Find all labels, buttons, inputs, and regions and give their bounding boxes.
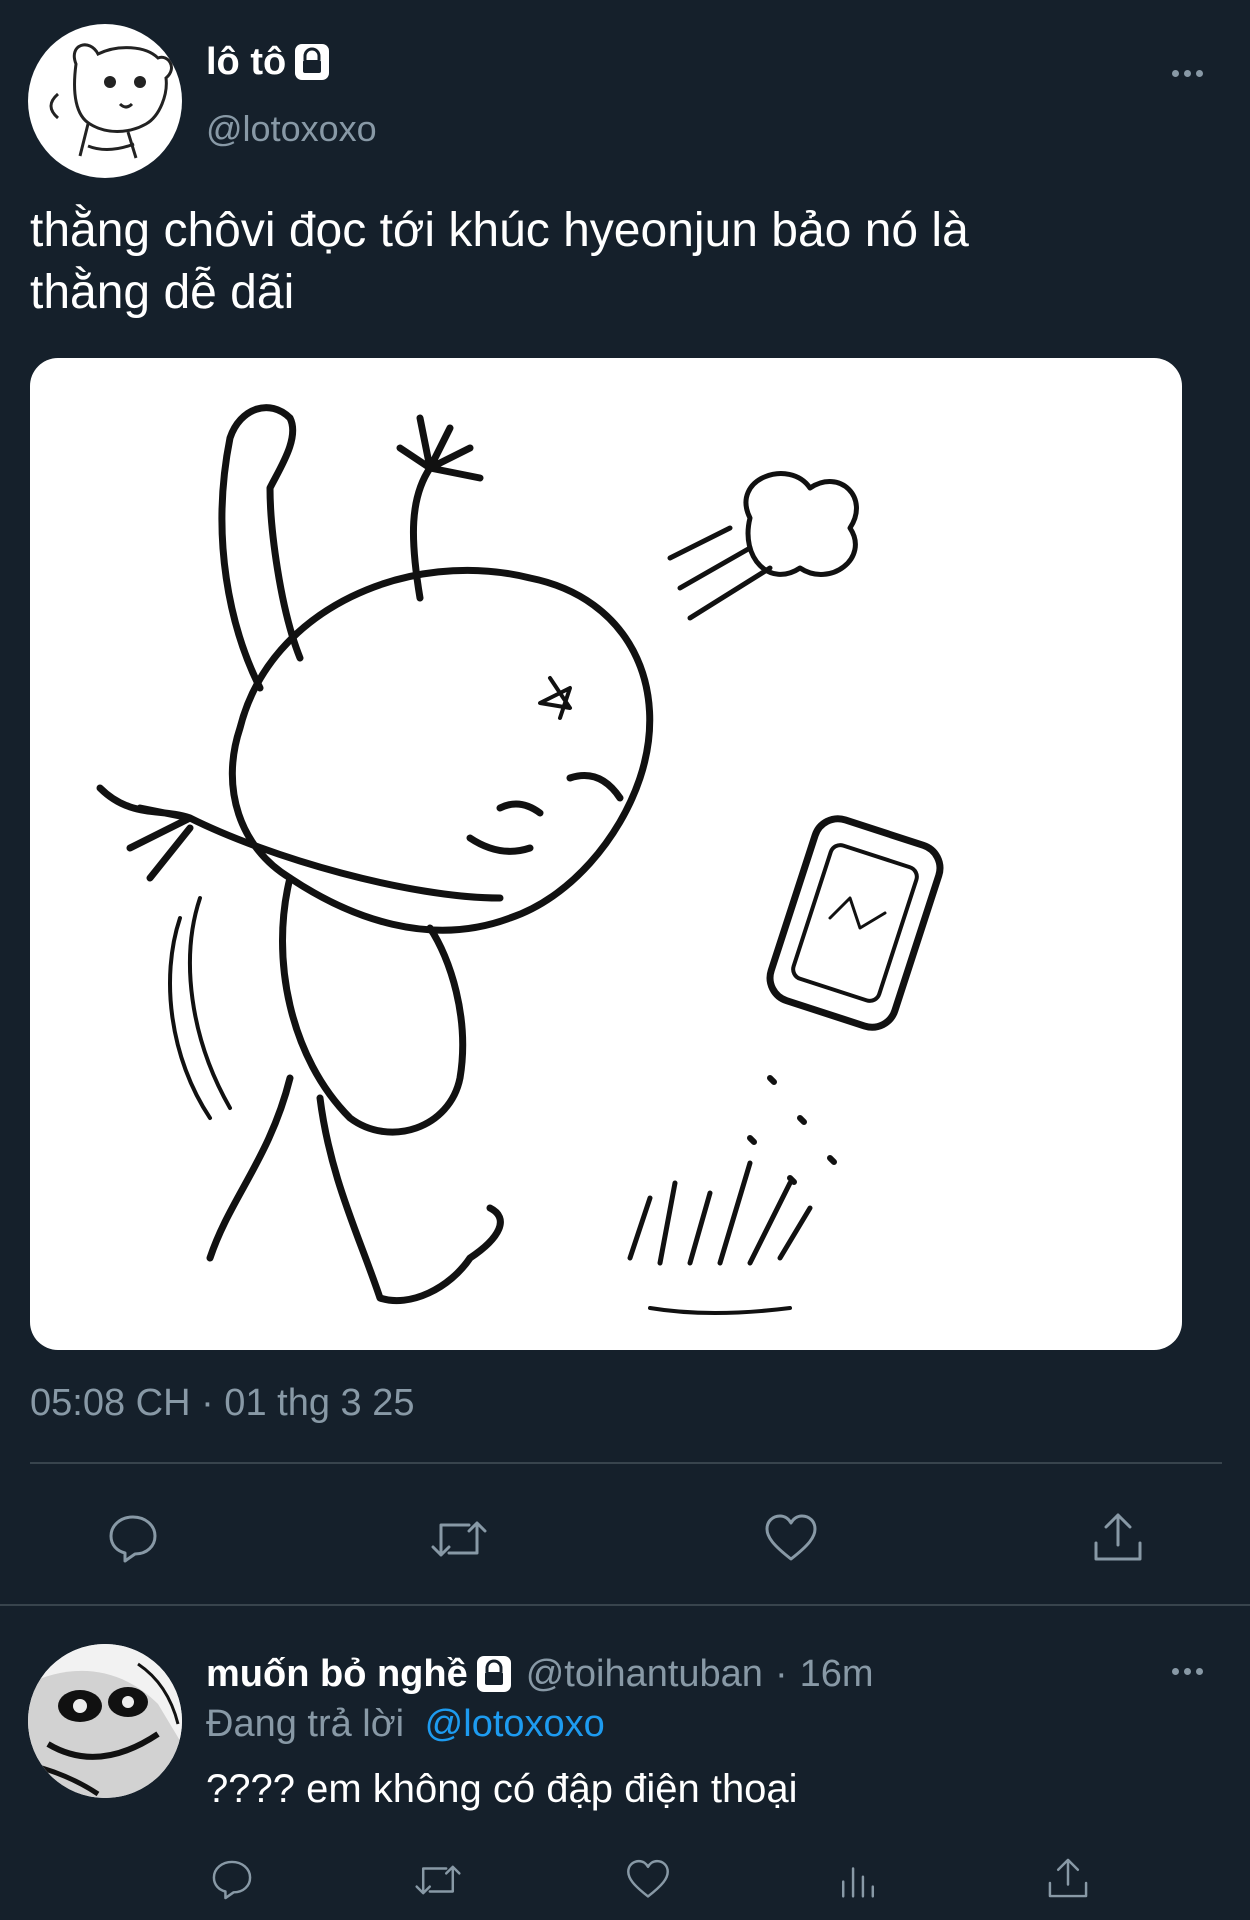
divider	[30, 1462, 1222, 1464]
share-button[interactable]	[1083, 1502, 1153, 1572]
reply-text: ???? em không có đập điện thoại	[206, 1767, 798, 1811]
retweet-button[interactable]	[424, 1504, 494, 1574]
analytics-icon	[841, 1867, 875, 1898]
author-display-name[interactable]: lô tô	[206, 38, 286, 86]
sketch-face-avatar-image	[28, 1644, 182, 1798]
replying-to-label: Đang trả lời	[206, 1703, 405, 1745]
divider	[0, 1604, 1250, 1606]
tweet-text-line-2: thằng dễ dãi	[30, 266, 295, 319]
like-button[interactable]	[756, 1504, 826, 1574]
more-icon[interactable]	[1172, 70, 1203, 77]
lock-icon	[295, 44, 330, 80]
retweet-icon	[431, 1521, 487, 1557]
reply-retweet-button[interactable]	[410, 1852, 466, 1908]
reply-author-avatar[interactable]	[28, 1644, 182, 1798]
lock-icon	[476, 1656, 511, 1692]
retweet-icon	[415, 1865, 461, 1895]
like-icon	[765, 1514, 817, 1561]
reply-author-handle[interactable]: @toihantuban	[526, 1650, 763, 1698]
like-icon	[627, 1859, 669, 1898]
share-icon	[1048, 1858, 1088, 1898]
tweet-text-line-1: thằng chôvi đọc tới khúc hyeonjun bảo nó…	[30, 204, 969, 257]
reply-like-button[interactable]	[620, 1852, 676, 1908]
author-handle[interactable]: @lotoxoxo	[206, 106, 377, 152]
reply-share-button[interactable]	[1040, 1850, 1096, 1906]
reply-author-display-name[interactable]: muốn bỏ nghề	[206, 1650, 468, 1698]
reply-time-ago[interactable]: 16m	[800, 1650, 874, 1698]
replying-to-handle[interactable]: @lotoxoxo	[425, 1703, 605, 1745]
author-avatar[interactable]	[28, 24, 182, 178]
reply-icon	[212, 1860, 252, 1900]
share-icon	[1094, 1513, 1142, 1561]
reply-analytics-button[interactable]	[830, 1852, 886, 1908]
meta-separator: ·	[774, 1653, 788, 1695]
reply-icon	[109, 1515, 157, 1563]
reply-button[interactable]	[98, 1504, 168, 1574]
more-icon[interactable]	[1172, 1668, 1203, 1675]
tweet-timestamp[interactable]: 05:08 CH · 01 thg 3 25	[30, 1380, 414, 1426]
meme-drawing	[96, 404, 944, 1315]
reply-reply-button[interactable]	[204, 1852, 260, 1908]
tweet-media-image[interactable]	[30, 358, 1182, 1350]
doodle-dog-avatar-image	[49, 43, 173, 159]
